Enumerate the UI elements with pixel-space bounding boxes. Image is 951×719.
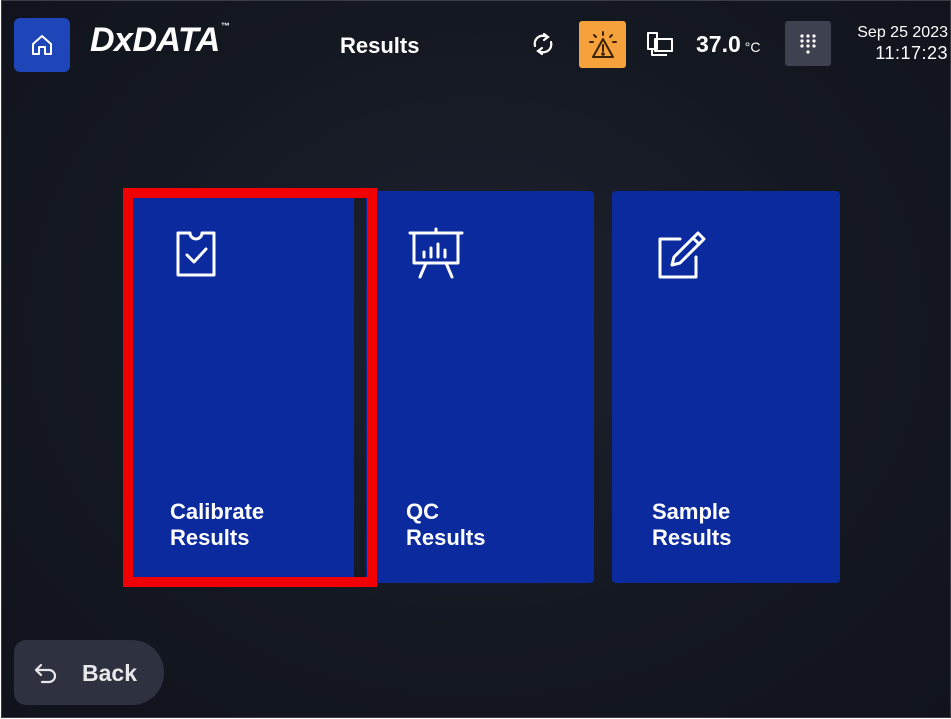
- screen: DxDATA™ Results 37.0 °C Sep 25 2023 11:1…: [1, 0, 951, 718]
- tile-label: Sample Results: [652, 499, 732, 550]
- back-arrow-icon: [34, 663, 57, 684]
- keypad-icon: [800, 33, 816, 54]
- top-bar: DxDATA™ Results 37.0 °C Sep 25 2023 11:1…: [2, 1, 950, 81]
- presentation-chart-icon: [408, 227, 464, 279]
- warning-icon: [588, 30, 617, 58]
- edit-pen-icon: [658, 231, 706, 279]
- temperature-readout: 37.0 °C: [696, 31, 761, 57]
- page-title: Results: [340, 33, 420, 58]
- home-icon: [32, 35, 52, 55]
- sync-icon[interactable]: [529, 30, 557, 58]
- tile-label: QC Results: [406, 499, 486, 550]
- sample-results-tile[interactable]: Sample Results: [612, 191, 840, 583]
- home-button[interactable]: [14, 18, 70, 72]
- keypad-button[interactable]: [785, 21, 831, 66]
- tile-label: Calibrate Results: [170, 499, 265, 550]
- app-logo: DxDATA™: [90, 20, 230, 59]
- back-label: Back: [82, 660, 137, 686]
- alert-button[interactable]: [579, 21, 626, 68]
- clipboard-check-icon: [176, 231, 216, 277]
- date-text: Sep 25 2023: [857, 24, 948, 41]
- calibrate-results-tile[interactable]: Calibrate Results: [126, 191, 354, 583]
- date-time: Sep 25 2023 11:17:23: [857, 23, 948, 63]
- instrument-icon: [647, 32, 673, 56]
- time-text: 11:17:23: [875, 43, 948, 63]
- back-button[interactable]: Back: [14, 640, 164, 705]
- qc-results-tile[interactable]: QC Results: [366, 191, 594, 583]
